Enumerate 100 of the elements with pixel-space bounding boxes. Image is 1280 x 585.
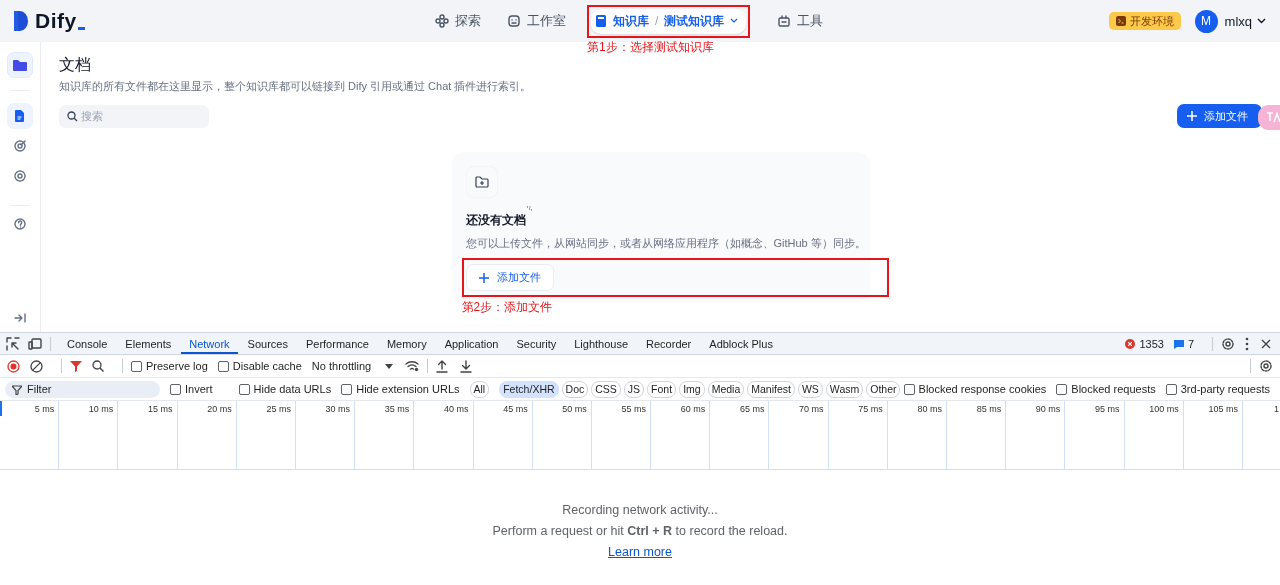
devtools-tab[interactable]: Adblock Plus [701,333,781,354]
timeline-tick-label: 85 ms [976,404,1002,414]
status-text: Recording network activity... [562,503,718,517]
close-icon[interactable] [1261,338,1271,349]
devtools-tab[interactable]: Lighthouse [566,333,637,354]
filter-chip[interactable]: Font [647,380,677,398]
folder-icon [12,58,28,72]
sidebar-item[interactable] [7,103,33,129]
timeline-tick-label: 20 ms [207,404,232,414]
filter-icon[interactable] [70,360,82,372]
caret-down-icon[interactable] [385,363,394,369]
settings-icon[interactable] [1221,336,1235,351]
environment-badge: 开发环境 [1108,12,1181,30]
search-icon [67,110,78,122]
filter-chip[interactable]: All [469,380,490,398]
user-name[interactable]: mlxq [1224,13,1252,29]
timeline-tick-label: 95 ms [1095,404,1120,414]
filter-chip[interactable]: Media [707,380,745,398]
timeline-tick-label: 75 ms [858,404,883,414]
devtools-tab[interactable]: Recorder [638,333,700,354]
filter-chip[interactable]: CSS [591,380,621,398]
timeline-tick-label: 45 ms [503,404,528,414]
timeline-tick-label: 1 [1273,404,1279,414]
dataset-selector[interactable]: 测试知识库 [664,12,725,30]
plus-icon [1187,111,1197,121]
timeline-tick-label: 80 ms [917,404,942,414]
annotation-text: 第2步：添加文件 [461,299,553,316]
timeline-tick-label: 60 ms [680,404,706,414]
timeline-tick-label: 15 ms [148,404,173,414]
chevron-down-icon[interactable] [1257,18,1266,24]
filter-chip[interactable]: Other [866,380,901,398]
nav-tab[interactable]: 工作室 [507,6,566,36]
devtools-tab[interactable]: Console [59,333,116,354]
filter-chip[interactable]: Manifest [747,380,795,398]
chevron-down-icon [730,18,739,24]
page-title: 文档 [59,55,92,75]
devtools-tab[interactable]: Network [181,333,238,354]
devtools-tab[interactable]: Application [436,333,507,354]
checkbox[interactable]: Blocked requests [1056,383,1156,395]
filter-icon [12,384,22,395]
expand-sidebar-icon[interactable] [14,313,26,323]
timeline-tick-label: 5 ms [34,404,55,414]
clear-icon[interactable] [30,359,43,373]
inspect-icon[interactable] [6,336,20,351]
throttling-dropdown[interactable]: No throttling [311,360,372,372]
filter-field[interactable]: Filter [5,380,160,398]
devtools-tab[interactable]: Elements [117,333,180,354]
record-icon[interactable] [7,359,20,373]
learn-more-link[interactable]: Learn more [608,545,672,559]
settings-icon[interactable] [1259,359,1273,373]
devtools-tab[interactable]: Sources [239,333,296,354]
add-file-button[interactable]: 添加文件 [1177,104,1262,128]
device-icon[interactable] [28,337,42,350]
translate-icon[interactable] [1258,105,1280,130]
logo-icon [13,10,29,32]
plus-icon [478,272,489,283]
terminal-icon [1115,16,1126,26]
wifi-settings-icon[interactable] [405,360,420,372]
empty-title: 还没有文档 [465,212,526,229]
devtools-tab[interactable]: Memory [378,333,435,354]
help-icon[interactable] [14,218,26,230]
nav-tab-label[interactable]: 知识库 [613,12,649,30]
hint-text: Perform a request or hit Ctrl + R to record the reload. [492,524,788,538]
checkbox[interactable]: Blocked response cookies [903,383,1047,395]
error-icon [1125,338,1136,349]
checkbox[interactable]: Invert [170,383,213,395]
filter-chip[interactable]: JS [623,380,645,398]
upload-icon[interactable] [436,359,449,373]
nav-tab[interactable]: 知识库 / 测试知识库 [591,8,747,34]
timeline-tick-label: 65 ms [739,404,765,414]
search-field[interactable]: 搜索 [59,104,209,128]
timeline-tick-label: 90 ms [1035,404,1061,414]
timeline-tick-label: 30 ms [325,404,351,414]
filter-chip[interactable]: WS [797,380,823,398]
cursor-icon [77,26,85,30]
download-icon[interactable] [460,359,473,373]
message-icon [1173,338,1184,349]
filter-chip[interactable]: Wasm [825,380,864,398]
sparkle-icon [525,206,532,213]
timeline-tick-label: 70 ms [799,404,824,414]
nav-tab[interactable]: 探索 [435,6,481,36]
checkbox[interactable]: Preserve log [131,360,208,372]
search-icon[interactable] [92,360,104,372]
page-description: 知识库的所有文件都在这里显示，整个知识库都可以链接到 Dify 引用或通过 Chat 插件进行索引。 [59,79,533,94]
checkbox[interactable]: 3rd-party requests [1165,383,1270,395]
user-avatar[interactable]: M [1194,9,1218,33]
book-icon [595,14,607,28]
message-count[interactable]: 7 [1187,337,1194,350]
filter-chip[interactable]: Doc [561,380,589,398]
add-file-button[interactable]: 添加文件 [465,264,554,291]
nav-tab[interactable]: 工具 [777,6,824,36]
filter-chip[interactable]: Fetch/XHR [499,380,559,398]
devtools-tab[interactable]: Security [508,333,565,354]
checkbox[interactable]: Hide extension URLs [341,383,460,395]
devtools-tab[interactable]: Performance [297,333,377,354]
filter-chip[interactable]: Img [679,380,705,398]
checkbox[interactable]: Hide data URLs [238,383,332,395]
more-icon[interactable] [1245,336,1249,351]
checkbox[interactable]: Disable cache [217,360,302,372]
error-count[interactable]: 1353 [1139,337,1164,350]
